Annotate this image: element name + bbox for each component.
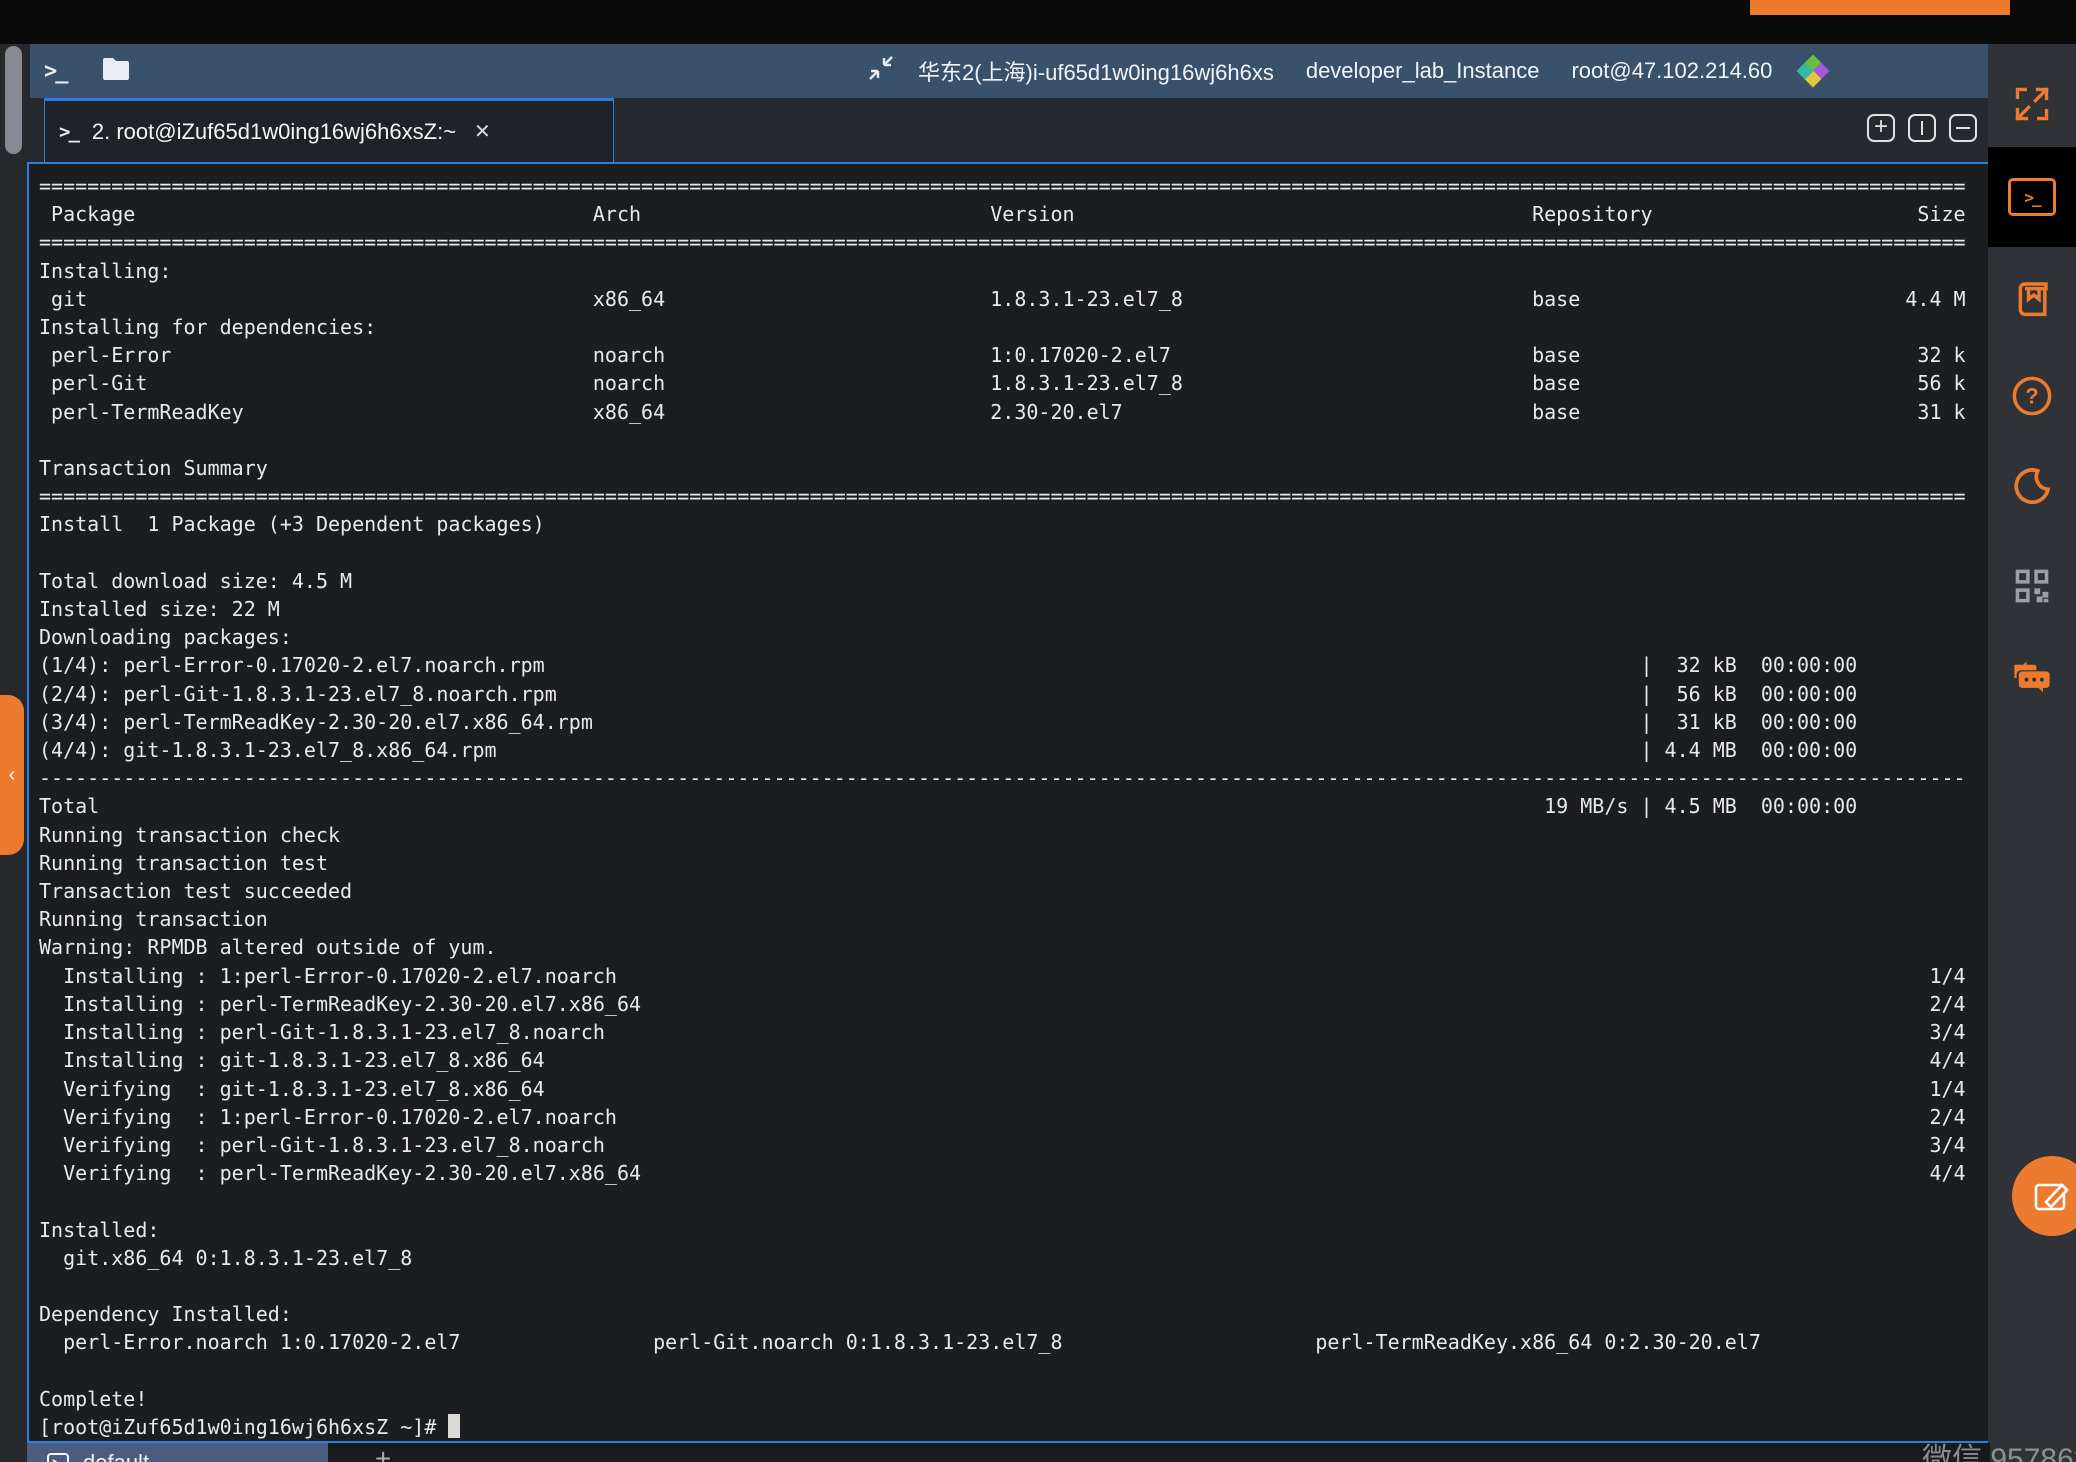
terminal-pane[interactable]: ========================================… — [27, 162, 1990, 1443]
moon-icon — [2009, 464, 2055, 510]
edit-pencil-icon — [2032, 1178, 2072, 1214]
bottom-session-bar: default + — [27, 1443, 1990, 1462]
user-host: root@47.102.214.60 — [1571, 58, 1772, 84]
chat-bubbles-icon — [2010, 658, 2054, 698]
help-circle-icon: ? — [2010, 374, 2054, 418]
tab-bar-buttons: + — [1867, 114, 1977, 142]
expand-arrows-icon — [2013, 85, 2051, 123]
sidebar-item-help[interactable]: ? — [1988, 374, 2076, 418]
split-horizontal-icon — [1956, 121, 1970, 135]
sidebar-item-docs[interactable] — [1988, 276, 2076, 320]
left-panel-scroll-pill[interactable] — [5, 46, 22, 154]
fullscreen-expand-button[interactable] — [1988, 74, 2076, 134]
tab-close-icon[interactable]: ✕ — [474, 119, 491, 144]
terminal-tab-bar: >_ 2. root@iZuf65d1w0ing16wj6h6xsZ:~ ✕ + — [30, 98, 1988, 162]
watermark-text: 微信 957863300 — [1922, 1434, 2076, 1462]
session-tab-label: default — [83, 1450, 149, 1462]
shell-prompt: [root@iZuf65d1w0ing16wj6h6xsZ ~]# — [39, 1415, 448, 1439]
tab-active-session[interactable]: >_ 2. root@iZuf65d1w0ing16wj6h6xsZ:~ ✕ — [44, 98, 614, 162]
split-horizontal-button[interactable] — [1949, 114, 1977, 142]
left-panel-collapse-handle[interactable]: ‹ — [0, 695, 24, 855]
orange-accent-bar — [1750, 0, 2010, 15]
tab-label: 2. root@iZuf65d1w0ing16wj6h6xsZ:~ — [92, 119, 456, 145]
region-instance-id: 华东2(上海)i-uf65d1w0ing16wj6h6xs — [918, 55, 1274, 87]
split-vertical-icon — [1915, 121, 1929, 135]
terminal-prompt-line: [root@iZuf65d1w0ing16wj6h6xsZ ~]# — [39, 1413, 1988, 1441]
terminal-icon: >_ — [2008, 178, 2056, 216]
sidebar-item-terminal-active[interactable]: >_ — [1988, 147, 2076, 247]
split-vertical-button[interactable] — [1908, 114, 1936, 142]
sidebar-item-qr-code[interactable] — [1988, 562, 2076, 610]
new-tab-button[interactable]: + — [1867, 114, 1895, 142]
terminal-prompt-icon[interactable]: >_ — [44, 59, 67, 84]
qr-code-icon — [2011, 565, 2053, 607]
header-bar: >_ 华东2(上海)i-uf65d1w0ing16wj6h6xs develop… — [30, 44, 1988, 98]
tab-terminal-icon: >_ — [59, 121, 78, 143]
sidebar-item-theme[interactable] — [1988, 462, 2076, 512]
header-title-group: 华东2(上海)i-uf65d1w0ing16wj6h6xs developer_… — [868, 44, 1828, 98]
session-tab-default[interactable]: default — [27, 1443, 328, 1462]
sidebar-item-chat-assistant[interactable] — [1988, 656, 2076, 700]
top-strip — [0, 0, 2076, 44]
chevron-left-icon: ‹ — [9, 764, 16, 787]
workbench-color-icon — [1798, 56, 1828, 86]
terminal-cursor — [448, 1414, 460, 1438]
compress-icon[interactable] — [868, 55, 894, 87]
right-sidebar: >_ ? — [1988, 44, 2076, 1462]
header-left-tools: >_ — [44, 44, 131, 98]
instance-name: developer_lab_Instance — [1306, 58, 1540, 84]
manual-book-icon — [2011, 277, 2053, 319]
plus-icon: + — [1874, 117, 1888, 137]
terminal-output: ========================================… — [39, 172, 1988, 1413]
file-manager-folder-icon[interactable] — [101, 56, 131, 87]
feedback-edit-fab[interactable] — [2012, 1156, 2076, 1236]
svg-text:?: ? — [2025, 384, 2038, 409]
workbench-terminal-window: >_ 华东2(上海)i-uf65d1w0ing16wj6h6xs develop… — [0, 0, 2076, 1462]
session-terminal-icon — [47, 1453, 69, 1462]
add-session-button[interactable]: + — [375, 1443, 391, 1462]
